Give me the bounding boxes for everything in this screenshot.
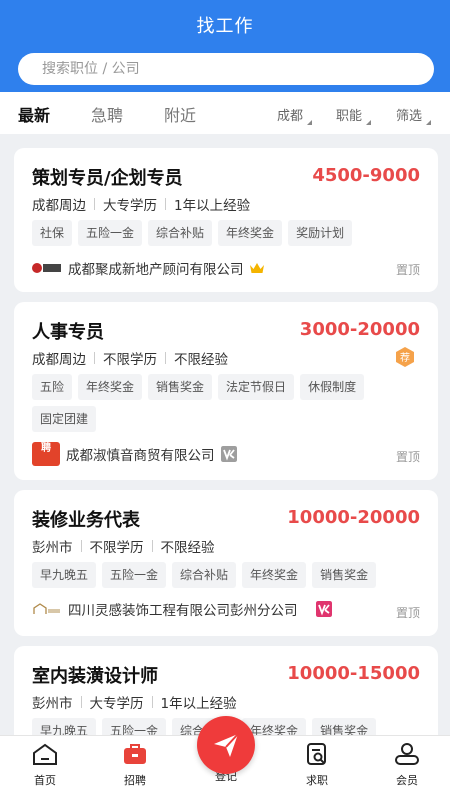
company-row[interactable]: 聘 成都淑慎音商贸有限公司: [32, 442, 237, 466]
job-card[interactable]: 装修业务代表 10000-20000 彭州市 不限学历 不限经验 早九晚五 五险…: [14, 490, 438, 636]
app-header: 找工作: [0, 0, 450, 92]
job-tags: 社保 五险一金 综合补贴 年终奖金 奖励计划: [32, 220, 420, 246]
job-tag: 早九晚五: [32, 562, 97, 588]
job-tag: 五险一金: [102, 562, 167, 588]
company-row[interactable]: 成都聚成新地产顾问有限公司: [32, 258, 265, 278]
filter-city-label: 成都: [277, 109, 304, 124]
job-title: 室内装潢设计师: [32, 666, 158, 687]
job-tag: 社保: [32, 220, 73, 246]
job-salary: 10000-20000: [287, 507, 420, 528]
briefcase-icon: [124, 744, 146, 764]
job-location: 成都周边: [32, 352, 86, 368]
job-tag: 年终奖金: [242, 562, 307, 588]
company-name: 成都聚成新地产顾问有限公司: [68, 262, 244, 278]
verified-icon: [220, 446, 237, 462]
company-logo-text: 聘: [41, 443, 51, 454]
company-logo-icon: 聘: [32, 442, 60, 466]
company-logo-icon: [32, 263, 61, 273]
job-tag: 五险一金: [78, 220, 143, 246]
job-title: 装修业务代表: [32, 510, 140, 531]
job-tag: 法定节假日: [218, 374, 295, 400]
tab-latest[interactable]: 最新: [18, 102, 50, 126]
job-tag: 奖励计划: [288, 220, 353, 246]
search-doc-icon: [307, 743, 326, 765]
nav-recruit[interactable]: 招聘: [105, 742, 165, 788]
verified-icon: [315, 601, 332, 617]
job-salary: 10000-15000: [287, 663, 420, 684]
filter-function[interactable]: 职能: [336, 105, 372, 125]
dropdown-triangle-icon: [307, 120, 313, 125]
nav-member-label: 会员: [396, 774, 418, 787]
dropdown-triangle-icon: [366, 120, 372, 125]
job-experience: 1年以上经验: [174, 198, 251, 214]
tab-nearby[interactable]: 附近: [164, 102, 196, 126]
job-tag: 综合补贴: [172, 562, 237, 588]
search-input[interactable]: [42, 61, 434, 77]
job-location: 彭州市: [32, 696, 73, 712]
nav-recruit-label: 招聘: [124, 774, 146, 787]
job-tags: 早九晚五 五险一金 综合补贴 年终奖金 销售奖金: [32, 562, 420, 588]
job-education: 不限学历: [103, 352, 157, 368]
nav-home-label: 首页: [34, 774, 56, 787]
tab-urgent[interactable]: 急聘: [91, 102, 123, 126]
company-logo-icon: [33, 603, 60, 614]
filter-city[interactable]: 成都: [277, 105, 313, 125]
dropdown-triangle-icon: [426, 120, 432, 125]
job-tag: 销售奖金: [148, 374, 213, 400]
job-tag: 休假制度: [300, 374, 365, 400]
paper-plane-icon: [214, 733, 239, 757]
pinned-label: 置顶: [395, 450, 420, 464]
job-education: 大专学历: [103, 198, 157, 214]
job-salary: 4500-9000: [312, 165, 420, 186]
job-meta: 成都周边 不限学历 不限经验: [32, 348, 228, 368]
recommend-badge-icon: 荐: [396, 347, 414, 367]
company-name: 四川灵感装饰工程有限公司彭州分公司: [68, 603, 298, 619]
nav-jobseek-label: 求职: [306, 774, 328, 787]
crown-icon: [249, 263, 264, 273]
home-icon: [33, 743, 57, 765]
search-bar[interactable]: [18, 53, 434, 85]
job-title: 人事专员: [32, 322, 104, 343]
job-title: 策划专员/企划专员: [32, 168, 183, 189]
job-tag: 五险: [32, 374, 73, 400]
job-meta: 彭州市 大专学历 1年以上经验: [32, 692, 237, 712]
user-icon: [395, 743, 419, 765]
job-tag: 年终奖金: [78, 374, 143, 400]
job-education: 大专学历: [89, 696, 144, 712]
pinned-label: 置顶: [395, 263, 420, 277]
job-tag: 销售奖金: [312, 562, 377, 588]
tab-bar: 最新 急聘 附近 成都 职能 筛选: [0, 92, 450, 134]
filter-function-label: 职能: [336, 109, 363, 124]
job-education: 不限学历: [89, 540, 144, 556]
company-row[interactable]: 四川灵感装饰工程有限公司彭州分公司: [32, 599, 332, 619]
job-location: 成都周边: [32, 198, 86, 214]
nav-home[interactable]: 首页: [15, 742, 75, 788]
job-card[interactable]: 人事专员 3000-20000 荐 成都周边 不限学历 不限经验 五险 年终奖金…: [14, 302, 438, 480]
page-title: 找工作: [196, 16, 254, 37]
job-location: 彭州市: [32, 540, 73, 556]
nav-member[interactable]: 会员: [377, 742, 437, 788]
job-tag: 年终奖金: [218, 220, 283, 246]
job-meta: 成都周边 大专学历 1年以上经验: [32, 194, 250, 214]
job-experience: 1年以上经验: [160, 696, 237, 712]
job-meta: 彭州市 不限学历 不限经验: [32, 536, 215, 556]
nav-jobseek[interactable]: 求职: [287, 742, 347, 788]
register-fab-button[interactable]: [197, 716, 255, 774]
pinned-label: 置顶: [395, 606, 420, 620]
job-experience: 不限经验: [174, 352, 228, 368]
filter-more[interactable]: 筛选: [396, 105, 432, 125]
job-tag: 综合补贴: [148, 220, 213, 246]
filter-more-label: 筛选: [396, 109, 423, 124]
recommend-badge-text: 荐: [400, 352, 410, 364]
company-name: 成都淑慎音商贸有限公司: [66, 448, 215, 464]
job-experience: 不限经验: [160, 540, 215, 556]
job-tag: 固定团建: [32, 406, 97, 432]
job-card[interactable]: 策划专员/企划专员 4500-9000 成都周边 大专学历 1年以上经验 社保 …: [14, 148, 438, 292]
job-salary: 3000-20000: [299, 319, 420, 340]
job-tags: 五险 年终奖金 销售奖金 法定节假日 休假制度 固定团建: [32, 374, 420, 432]
